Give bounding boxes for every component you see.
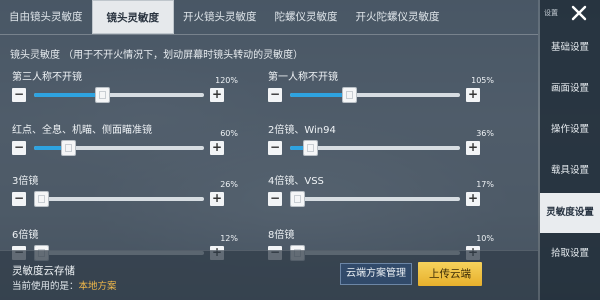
slider-label: 3倍镜 [12, 176, 39, 187]
slider-value: 26% [220, 180, 238, 189]
slider-fill [290, 93, 349, 97]
tab-gyroscope[interactable]: 陀螺仪灵敏度 [266, 0, 347, 34]
cloud-plan-manage-button[interactable]: 云端方案管理 [340, 263, 412, 285]
slider-value: 12% [220, 234, 238, 243]
slider-thumb[interactable] [303, 140, 318, 156]
upload-cloud-button[interactable]: 上传云端 [418, 262, 482, 286]
minus-button[interactable]: − [268, 141, 282, 155]
plus-button[interactable]: + [466, 192, 480, 206]
tab-fire-camera[interactable]: 开火镜头灵敏度 [174, 0, 266, 34]
tab-fire-gyroscope[interactable]: 开火陀螺仪灵敏度 [347, 0, 449, 34]
sidebar-item-graphics[interactable]: 画面设置 [540, 69, 600, 109]
settings-panel: 自由镜头灵敏度 镜头灵敏度 开火镜头灵敏度 陀螺仪灵敏度 开火陀螺仪灵敏度 镜头… [0, 0, 538, 300]
minus-button[interactable]: − [268, 88, 282, 102]
close-icon[interactable] [568, 2, 590, 24]
slider-track[interactable] [34, 191, 204, 207]
sidebar-header: 设置 [540, 0, 600, 26]
sidebar-item-vehicle[interactable]: 载具设置 [540, 151, 600, 191]
sidebar-item-controls[interactable]: 操作设置 [540, 110, 600, 150]
tab-divider [0, 34, 538, 35]
plus-button[interactable]: + [466, 141, 480, 155]
tab-bar: 自由镜头灵敏度 镜头灵敏度 开火镜头灵敏度 陀螺仪灵敏度 开火陀螺仪灵敏度 [0, 0, 538, 34]
slider-value: 120% [215, 76, 238, 85]
slider-label: 第三人称不开镜 [12, 72, 82, 83]
plus-button[interactable]: + [210, 192, 224, 206]
slider-label: 6倍镜 [12, 230, 39, 241]
slider-thumb[interactable] [34, 191, 49, 207]
tab-free-camera[interactable]: 自由镜头灵敏度 [0, 0, 92, 34]
cloud-storage-bar: 灵敏度云存储 当前使用的是：本地方案 云端方案管理 上传云端 [0, 250, 538, 300]
current-plan-prefix: 当前使用的是： [12, 281, 79, 292]
sidebar-item-sensitivity[interactable]: 灵敏度设置 [540, 193, 600, 233]
minus-button[interactable]: − [12, 88, 26, 102]
slider-label: 4倍镜、VSS [268, 176, 324, 187]
slider-thumb[interactable] [342, 87, 357, 103]
slider-fill [34, 93, 102, 97]
slider-track[interactable] [290, 191, 460, 207]
section-title: 镜头灵敏度 （用于不开火情况下，划动屏幕时镜头转动的灵敏度） [10, 50, 304, 61]
current-plan-text: 当前使用的是：本地方案 [12, 278, 117, 292]
minus-button[interactable]: − [12, 141, 26, 155]
slider-track[interactable] [290, 87, 460, 103]
sidebar-item-pickup[interactable]: 拾取设置 [540, 234, 600, 274]
slider-value: 17% [476, 180, 494, 189]
cloud-storage-title: 灵敏度云存储 [12, 265, 75, 277]
plus-button[interactable]: + [466, 88, 480, 102]
slider-track[interactable] [34, 87, 204, 103]
minus-button[interactable]: − [12, 192, 26, 206]
slider-track[interactable] [34, 140, 204, 156]
minus-button[interactable]: − [268, 192, 282, 206]
slider-label: 第一人称不开镜 [268, 72, 338, 83]
slider-thumb[interactable] [95, 87, 110, 103]
settings-sidebar: 设置 基础设置 画面设置 操作设置 载具设置 灵敏度设置 拾取设置 [540, 0, 600, 300]
slider-label: 8倍镜 [268, 230, 295, 241]
slider-value: 10% [476, 234, 494, 243]
current-plan-value: 本地方案 [78, 281, 117, 292]
slider-value: 36% [476, 129, 494, 138]
tab-camera-sensitivity[interactable]: 镜头灵敏度 [91, 0, 174, 34]
plus-button[interactable]: + [210, 141, 224, 155]
plus-button[interactable]: + [210, 88, 224, 102]
slider-label: 红点、全息、机瞄、侧面瞄准镜 [12, 125, 152, 136]
slider-value: 60% [220, 129, 238, 138]
sidebar-item-basic[interactable]: 基础设置 [540, 28, 600, 68]
sidebar-header-label: 设置 [544, 9, 558, 17]
slider-thumb[interactable] [61, 140, 76, 156]
slider-thumb[interactable] [290, 191, 305, 207]
slider-track[interactable] [290, 140, 460, 156]
slider-value: 105% [471, 76, 494, 85]
slider-label: 2倍镜、Win94 [268, 125, 336, 136]
